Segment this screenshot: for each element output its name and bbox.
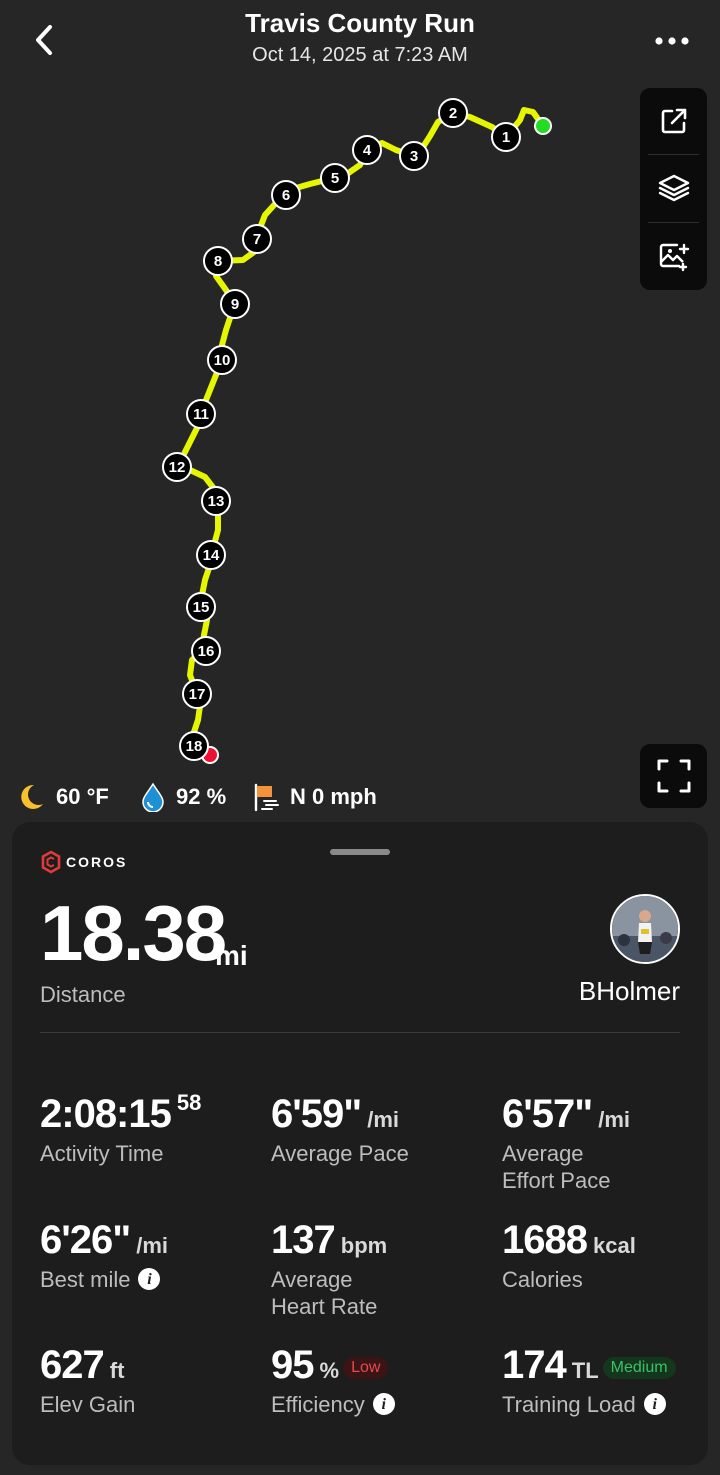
fullscreen-icon — [657, 759, 690, 793]
stat-heart-rate: 137 bpm Average Heart Rate — [271, 1218, 388, 1319]
mile-marker-8[interactable]: 8 — [203, 246, 233, 276]
wind-flag-icon — [254, 783, 279, 812]
add-image-button[interactable] — [640, 223, 707, 289]
moon-icon — [21, 784, 43, 809]
more-dots-icon — [655, 37, 689, 45]
svg-text:9: 9 — [231, 296, 239, 313]
svg-text:7: 7 — [253, 231, 261, 248]
temperature-value: 60 °F — [56, 784, 109, 809]
svg-text:13: 13 — [208, 493, 225, 510]
mile-marker-4[interactable]: 4 — [352, 135, 382, 165]
stat-elev-gain: 627 ft Elev Gain — [40, 1343, 136, 1417]
mile-marker-5[interactable]: 5 — [320, 163, 350, 193]
svg-text:10: 10 — [214, 352, 231, 369]
distance-unit: mi — [215, 940, 248, 971]
more-options-button[interactable] — [652, 28, 692, 54]
svg-text:11: 11 — [193, 406, 209, 423]
mile-marker-12[interactable]: 12 — [162, 452, 192, 482]
layers-icon — [658, 174, 689, 202]
wind-value: N 0 mph — [290, 784, 377, 809]
layers-button[interactable] — [640, 155, 707, 221]
svg-text:14: 14 — [203, 547, 220, 564]
drag-handle[interactable] — [330, 849, 390, 855]
humidity-value: 92 % — [176, 784, 227, 809]
stat-calories: 1688 kcal Calories — [502, 1218, 636, 1292]
svg-text:1: 1 — [502, 129, 510, 146]
distance-value: 18.38 — [40, 889, 227, 977]
svg-text:15: 15 — [193, 599, 210, 616]
brand-logo: COROS — [40, 850, 127, 874]
route-line — [174, 107, 546, 758]
mile-marker-3[interactable]: 3 — [399, 141, 429, 171]
svg-text:16: 16 — [198, 643, 215, 660]
activity-screen: Travis County Run Oct 14, 2025 at 7:23 A… — [0, 0, 720, 1475]
distance-label: Distance — [40, 982, 126, 1007]
share-icon — [661, 108, 686, 134]
mile-marker-7[interactable]: 7 — [242, 224, 272, 254]
stat-activity-time: 2:08:15 58 Activity Time — [40, 1090, 202, 1166]
stat-best-mile: 6'26"/mi Best mile i — [40, 1218, 169, 1292]
mile-marker-16[interactable]: 16 — [191, 636, 221, 666]
mile-marker-15[interactable]: 15 — [186, 592, 216, 622]
mile-marker-17[interactable]: 17 — [182, 679, 212, 709]
weather-temperature: 60 °F — [16, 780, 109, 814]
map-toolbar — [640, 88, 707, 290]
mile-marker-14[interactable]: 14 — [196, 540, 226, 570]
activity-summary-card: COROS 18.38 mi Distance BHolmer 2:08:15 5… — [12, 822, 708, 1465]
svg-text:17: 17 — [189, 686, 206, 703]
info-icon[interactable]: i — [643, 1393, 666, 1416]
runner-photo — [612, 896, 678, 962]
add-image-icon — [659, 243, 689, 272]
mile-marker-6[interactable]: 6 — [271, 180, 301, 210]
humidity-icon — [142, 782, 164, 812]
info-icon[interactable]: i — [372, 1393, 395, 1416]
svg-text:5: 5 — [331, 170, 339, 187]
svg-text:8: 8 — [214, 253, 222, 270]
divider — [40, 1032, 680, 1033]
status-badge: Medium — [602, 1356, 676, 1379]
mile-marker-9[interactable]: 9 — [220, 289, 250, 319]
page-title: Travis County Run — [245, 8, 475, 38]
svg-text:12: 12 — [169, 459, 186, 476]
mile-marker-1[interactable]: 1 — [491, 122, 521, 152]
svg-text:6: 6 — [282, 187, 290, 204]
weather-humidity: 92 % — [140, 780, 226, 814]
mile-marker-2[interactable]: 2 — [438, 98, 468, 128]
status-badge: Low — [343, 1356, 389, 1379]
mile-marker-11[interactable]: 11 — [186, 399, 216, 429]
start-marker — [534, 117, 552, 135]
share-button[interactable] — [640, 88, 707, 154]
stat-training-load: 174 TL Medium Training Load i — [502, 1345, 676, 1418]
stat-effort-pace: 6'57"/mi Average Effort Pace — [502, 1092, 631, 1193]
avatar[interactable] — [610, 894, 680, 964]
stat-average-pace: 6'59"/mi Average Pace — [271, 1092, 409, 1166]
info-icon[interactable]: i — [138, 1268, 161, 1291]
weather-wind: N 0 mph — [252, 780, 377, 814]
mile-marker-10[interactable]: 10 — [207, 345, 237, 375]
svg-text:18: 18 — [186, 738, 203, 755]
activity-date: Oct 14, 2025 at 7:23 AM — [252, 44, 468, 66]
mile-marker-18[interactable]: 18 — [179, 731, 209, 761]
coros-logo-icon — [41, 850, 61, 874]
stat-efficiency: 95% Low Efficiency i — [271, 1345, 395, 1418]
username[interactable]: BHolmer — [579, 976, 680, 1007]
svg-text:4: 4 — [363, 142, 372, 159]
mile-marker-13[interactable]: 13 — [201, 486, 231, 516]
fullscreen-button[interactable] — [640, 744, 707, 808]
svg-text:2: 2 — [449, 105, 457, 122]
svg-text:3: 3 — [410, 148, 418, 165]
route-map[interactable]: 1 2 3 4 5 6 7 8 9 10 11 12 13 14 15 16 1… — [0, 80, 640, 780]
